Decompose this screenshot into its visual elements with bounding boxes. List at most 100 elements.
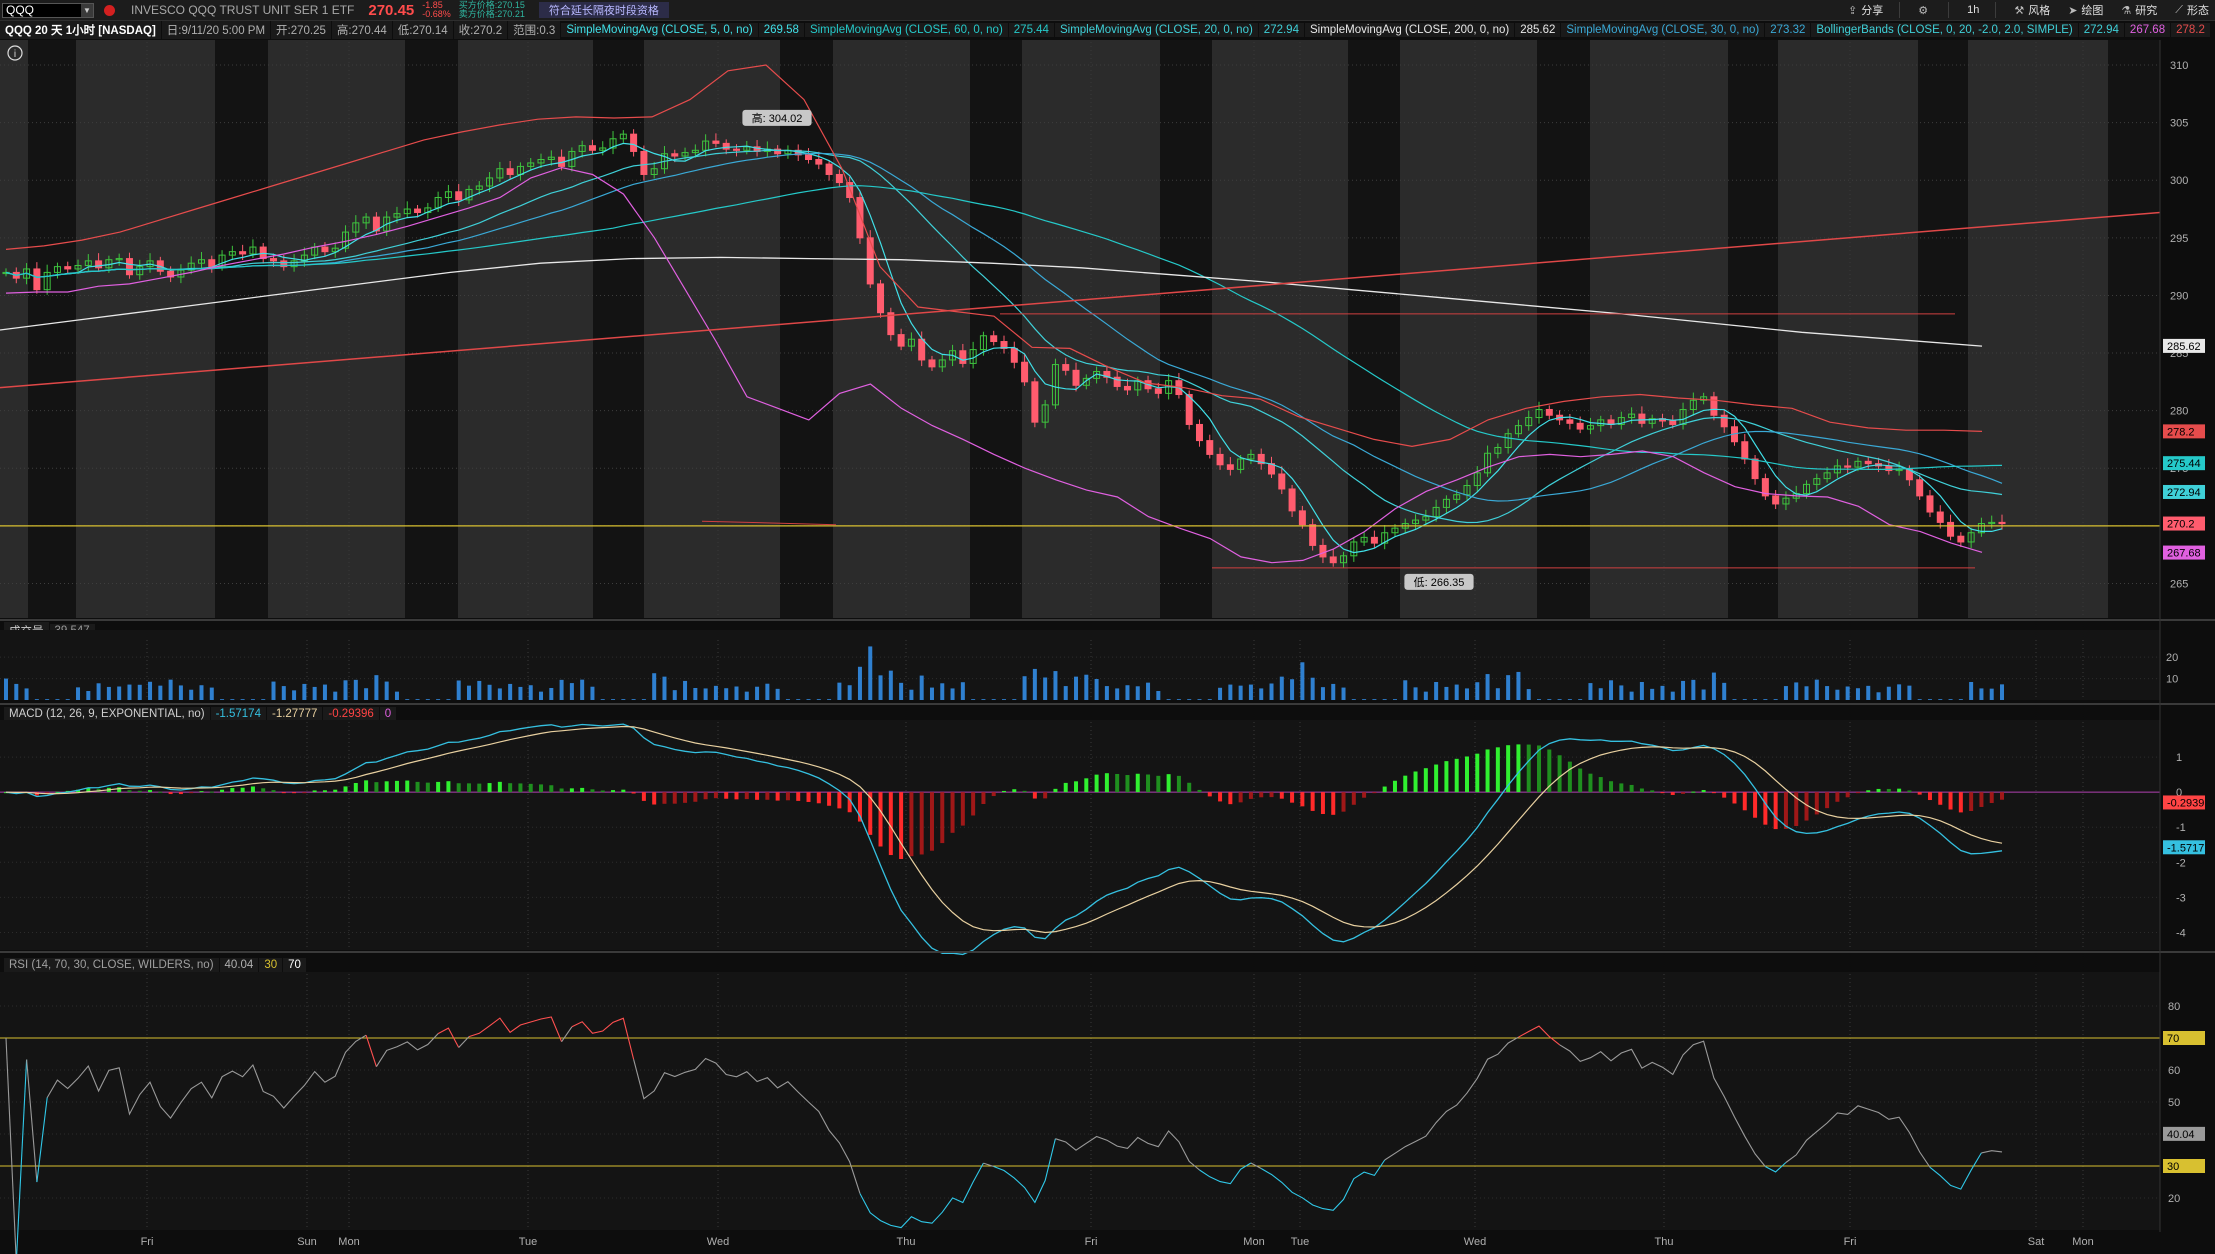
macd-histogram-bar — [497, 781, 502, 793]
volume-bar — [631, 699, 636, 700]
volume-bar — [436, 699, 441, 700]
volume-bar — [1434, 682, 1439, 700]
candle-body — [321, 246, 329, 253]
macd-histogram-bar — [1259, 792, 1264, 798]
volume-bar — [569, 683, 574, 700]
rsi-marker: 30 — [2167, 1161, 2179, 1173]
chart-canvas[interactable]: Fri Sun Mon Tue Wed Thu Fri Mon Tue Wed Thu Fri Sat M… — [0, 0, 2215, 1254]
macd-histogram-bar — [693, 792, 698, 802]
volume-bar — [878, 675, 883, 700]
volume-bar — [1948, 699, 1953, 700]
macd-histogram-bar — [281, 792, 286, 794]
macd-histogram-bar — [1598, 777, 1603, 793]
volume-bar — [1557, 699, 1562, 700]
macd-histogram-bar — [220, 789, 225, 793]
volume-bar — [148, 681, 153, 700]
macd-histogram-bar — [950, 792, 955, 833]
macd-histogram-bar — [343, 786, 348, 793]
volume-bar — [1958, 699, 1963, 700]
macd-histogram-bar — [1053, 788, 1058, 793]
volume-bar — [1547, 699, 1552, 700]
macd-histogram-bar — [929, 792, 934, 851]
volume-bar — [1403, 680, 1408, 700]
candle-body — [1370, 536, 1378, 544]
volume-bar — [487, 684, 492, 700]
macd-histogram-bar — [250, 786, 255, 793]
x-axis-day-label: Sat — [2028, 1236, 2045, 1248]
macd-histogram-bar — [1475, 753, 1480, 793]
volume-bar — [1187, 699, 1192, 700]
volume-bar — [127, 684, 132, 700]
volume-bar — [2000, 684, 2004, 700]
macd-marker: -0.2939 — [2167, 797, 2204, 809]
volume-bar — [405, 699, 410, 700]
candle-body — [1278, 473, 1286, 490]
macd-histogram-bar — [1670, 792, 1675, 795]
volume-bar — [343, 680, 348, 700]
candle-body — [239, 251, 247, 255]
volume-bar — [991, 699, 996, 700]
candle-body — [1576, 422, 1584, 430]
overnight-band — [1918, 40, 1968, 618]
macd-histogram-bar — [1464, 756, 1469, 793]
volume-bar — [1927, 699, 1932, 700]
volume-bar — [1763, 699, 1768, 700]
volume-bar — [261, 699, 266, 700]
macd-histogram-bar — [971, 792, 976, 816]
macd-histogram-bar — [1372, 792, 1377, 794]
x-axis-day-label: Thu — [1655, 1236, 1674, 1248]
macd-histogram-bar — [261, 788, 266, 793]
volume-bar — [1248, 684, 1253, 700]
volume-bar — [950, 688, 955, 700]
macd-axis-tick: -3 — [2176, 892, 2186, 904]
volume-bar — [1341, 687, 1346, 700]
macd-axis-tick: -4 — [2176, 927, 2186, 939]
volume-bar — [1691, 679, 1696, 700]
macd-histogram-bar — [775, 792, 780, 801]
macd-histogram-bar — [1413, 771, 1418, 793]
candle-body — [671, 153, 679, 157]
macd-histogram-bar — [322, 790, 327, 793]
macd-histogram-bar — [713, 792, 718, 799]
volume-bar — [1629, 691, 1634, 700]
volume-bar — [394, 691, 399, 700]
volume-bar — [384, 681, 389, 700]
macd-histogram-bar — [1989, 792, 1994, 803]
volume-bar — [1753, 699, 1758, 700]
x-axis-day-label: Sun — [297, 1236, 317, 1248]
macd-histogram-bar — [1074, 781, 1079, 793]
volume-bar — [1269, 683, 1274, 700]
candle-body — [125, 258, 133, 276]
candle-body — [1226, 464, 1234, 470]
macd-histogram-bar — [240, 787, 245, 793]
volume-bar — [1979, 688, 1984, 700]
macd-histogram-bar — [1825, 792, 1830, 809]
macd-histogram-bar — [487, 783, 492, 793]
volume-bar — [796, 699, 801, 700]
volume-bar — [1495, 688, 1500, 700]
x-axis-day-label: Fri — [141, 1236, 154, 1248]
macd-histogram-bar — [991, 792, 996, 797]
volume-bar — [1835, 689, 1840, 700]
macd-histogram-bar — [1578, 768, 1583, 793]
volume-bar — [1423, 691, 1428, 700]
macd-histogram-bar — [477, 783, 482, 793]
volume-bar — [1382, 699, 1387, 700]
macd-histogram-bar — [127, 790, 132, 793]
volume-bar — [1907, 685, 1912, 700]
volume-bar — [1814, 679, 1819, 700]
volume-bar — [827, 699, 832, 700]
overnight-band — [28, 40, 76, 618]
low-annotation: 低: 266.35 — [1414, 576, 1465, 589]
candle-body — [990, 335, 998, 343]
candle-body — [64, 266, 72, 270]
high-annotation: 高: 304.02 — [752, 111, 803, 125]
macd-histogram-bar — [178, 792, 183, 795]
volume-bar — [220, 699, 225, 700]
macd-panel-bg — [0, 720, 2160, 950]
volume-bar — [1125, 685, 1130, 700]
volume-bar — [971, 699, 976, 700]
volume-bar — [168, 679, 173, 700]
volume-bar — [981, 699, 986, 700]
candle-body — [835, 173, 843, 184]
